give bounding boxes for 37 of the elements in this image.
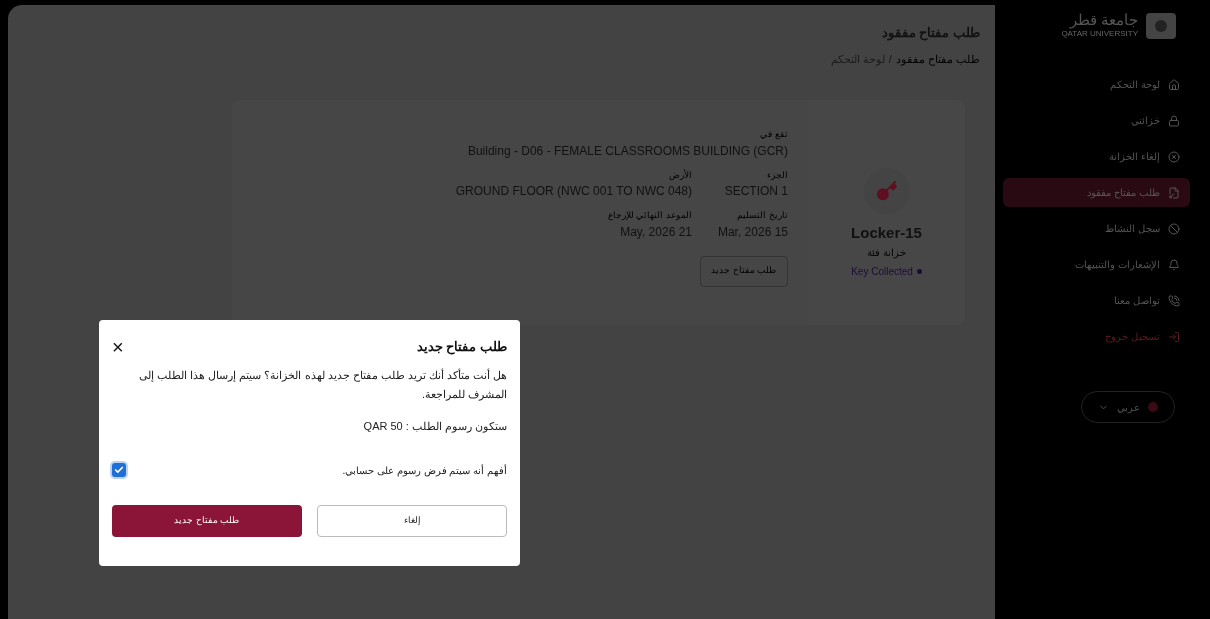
- field-label: تقع في: [760, 128, 788, 142]
- agree-checkbox[interactable]: [112, 463, 126, 477]
- field-label: الجزء: [767, 168, 788, 182]
- agree-label: أفهم أنه سيتم فرض رسوم على حسابي.: [342, 463, 507, 478]
- flag-icon: [1148, 402, 1158, 412]
- field-label: الأرض: [669, 168, 692, 182]
- sidebar-item[interactable]: إلغاء الخزانة: [1003, 142, 1190, 171]
- logo-text: جامعة قطر: [1069, 12, 1138, 28]
- sidebar-item[interactable]: تواصل معنا: [1003, 286, 1190, 315]
- confirm-button[interactable]: طلب مفتاح جديد: [112, 504, 302, 537]
- logo-icon: [1146, 13, 1176, 39]
- cancel-button[interactable]: إلغاء: [317, 504, 507, 537]
- sidebar-item[interactable]: سجل النشاط: [1003, 214, 1190, 243]
- file-icon: [1168, 186, 1180, 199]
- lock-icon: [1168, 114, 1180, 127]
- sidebar-item[interactable]: خزائني: [1003, 106, 1190, 135]
- bell-icon: [1168, 258, 1180, 271]
- locker-type: خزانة فئة: [867, 245, 906, 260]
- breadcrumb-separator: /: [888, 51, 892, 67]
- dialog-title: طلب مفتاح جديد: [416, 338, 507, 357]
- dialog-message: هل أنت متأكد أنك تريد طلب مفتاح جديد لهذه الخزانة؟ سيتم إرسال هذا الطلب إلى المشرف للمراجعة.: [138, 367, 507, 403]
- sidebar-item[interactable]: تسجيل خروج: [1003, 322, 1190, 351]
- field-label: تاريخ التسليم: [737, 209, 788, 223]
- sidebar-item[interactable]: الإشعارات والتنبيهات: [1003, 250, 1190, 279]
- sidebar-item[interactable]: طلب مفتاح مفقود: [1003, 178, 1190, 207]
- field-label: الموعد النهائي للإرجاع: [608, 209, 692, 223]
- logo-subtitle: QATAR UNIVERSITY: [1061, 29, 1138, 40]
- close-circle-icon: [1168, 150, 1180, 163]
- logout-icon: [1168, 330, 1180, 343]
- breadcrumb-item: طلب مفتاح مفقود: [895, 51, 980, 67]
- close-button[interactable]: ×: [112, 337, 124, 357]
- new-key-button[interactable]: طلب مفتاح جديد: [700, 255, 788, 287]
- phone-icon: [1168, 294, 1180, 307]
- fee-text: ستكون رسوم الطلب : QAR 50: [362, 419, 507, 435]
- ban-icon: [1168, 222, 1180, 235]
- sidebar-item[interactable]: لوحة التحكم: [1003, 70, 1190, 99]
- home-icon: [1168, 78, 1180, 91]
